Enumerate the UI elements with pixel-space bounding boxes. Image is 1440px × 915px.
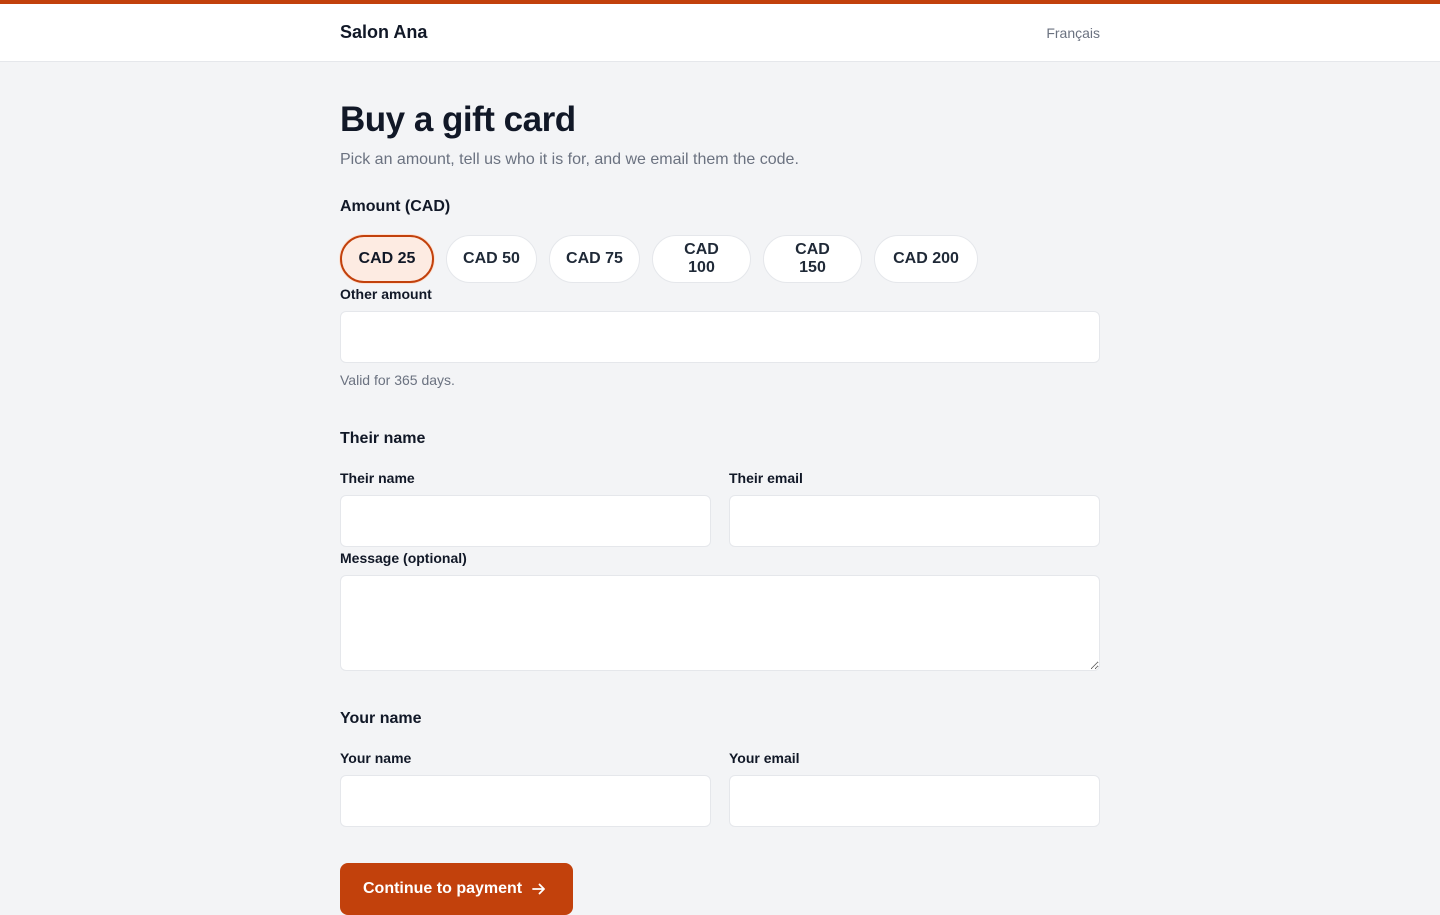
other-amount-label: Other amount xyxy=(340,286,432,302)
their-name-input[interactable] xyxy=(340,495,711,547)
their-name-label: Their name xyxy=(340,470,415,486)
amount-option-200[interactable]: CAD 200 xyxy=(874,235,978,283)
continue-button-label: Continue to payment xyxy=(363,880,523,897)
your-name-input[interactable] xyxy=(340,775,711,827)
sender-section-heading: Your name xyxy=(340,710,422,727)
language-switch-link[interactable]: Français xyxy=(1046,25,1100,41)
other-amount-input[interactable] xyxy=(340,311,1100,363)
your-name-label: Your name xyxy=(340,750,412,766)
header-inner: Salon Ana Français xyxy=(340,4,1100,61)
amount-option-50[interactable]: CAD 50 xyxy=(446,235,537,283)
your-email-label: Your email xyxy=(729,750,800,766)
amount-option-150[interactable]: CAD 150 xyxy=(763,235,862,283)
message-textarea[interactable] xyxy=(340,575,1100,671)
amount-label: Amount (CAD) xyxy=(340,198,451,215)
recipient-section-heading: Their name xyxy=(340,430,426,447)
validity-hint: Valid for 365 days. xyxy=(340,372,455,388)
amount-option-75[interactable]: CAD 75 xyxy=(549,235,640,283)
brand-name: Salon Ana xyxy=(340,22,428,42)
page-title: Buy a gift card xyxy=(340,100,576,139)
arrow-right-icon xyxy=(532,883,546,895)
amount-option-25[interactable]: CAD 25 xyxy=(340,235,434,283)
message-label: Message (optional) xyxy=(340,550,467,566)
continue-to-payment-button[interactable]: Continue to payment xyxy=(340,863,573,915)
your-email-input[interactable] xyxy=(729,775,1100,827)
page-subtitle: Pick an amount, tell us who it is for, a… xyxy=(340,151,799,168)
their-email-label: Their email xyxy=(729,470,803,486)
amount-option-100[interactable]: CAD 100 xyxy=(652,235,751,283)
their-email-input[interactable] xyxy=(729,495,1100,547)
amount-options: CAD 25 CAD 50 CAD 75 CAD 100 CAD 150 CAD… xyxy=(340,235,978,283)
site-header: Salon Ana Français xyxy=(0,4,1440,62)
